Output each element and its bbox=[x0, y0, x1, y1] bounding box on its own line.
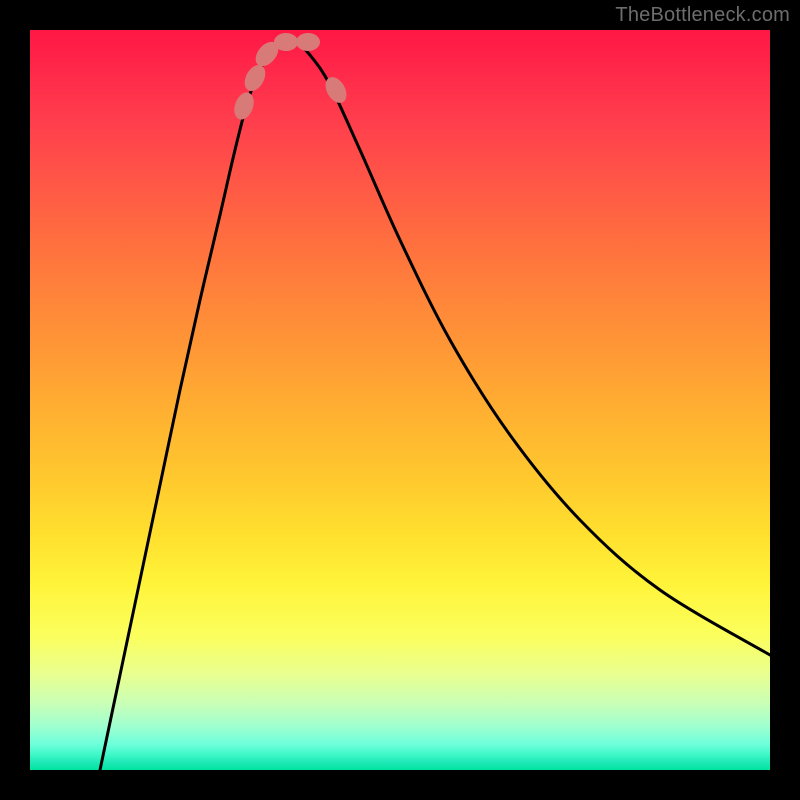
marker-dot bbox=[231, 90, 257, 122]
watermark-text: TheBottleneck.com bbox=[615, 4, 790, 27]
curve-markers bbox=[231, 33, 351, 122]
plot-area bbox=[30, 30, 770, 770]
chart-frame: TheBottleneck.com bbox=[0, 0, 800, 800]
bottleneck-curve bbox=[100, 41, 770, 770]
curve-svg bbox=[30, 30, 770, 770]
marker-dot bbox=[274, 33, 298, 51]
marker-dot bbox=[240, 61, 269, 94]
marker-dot bbox=[296, 33, 320, 51]
